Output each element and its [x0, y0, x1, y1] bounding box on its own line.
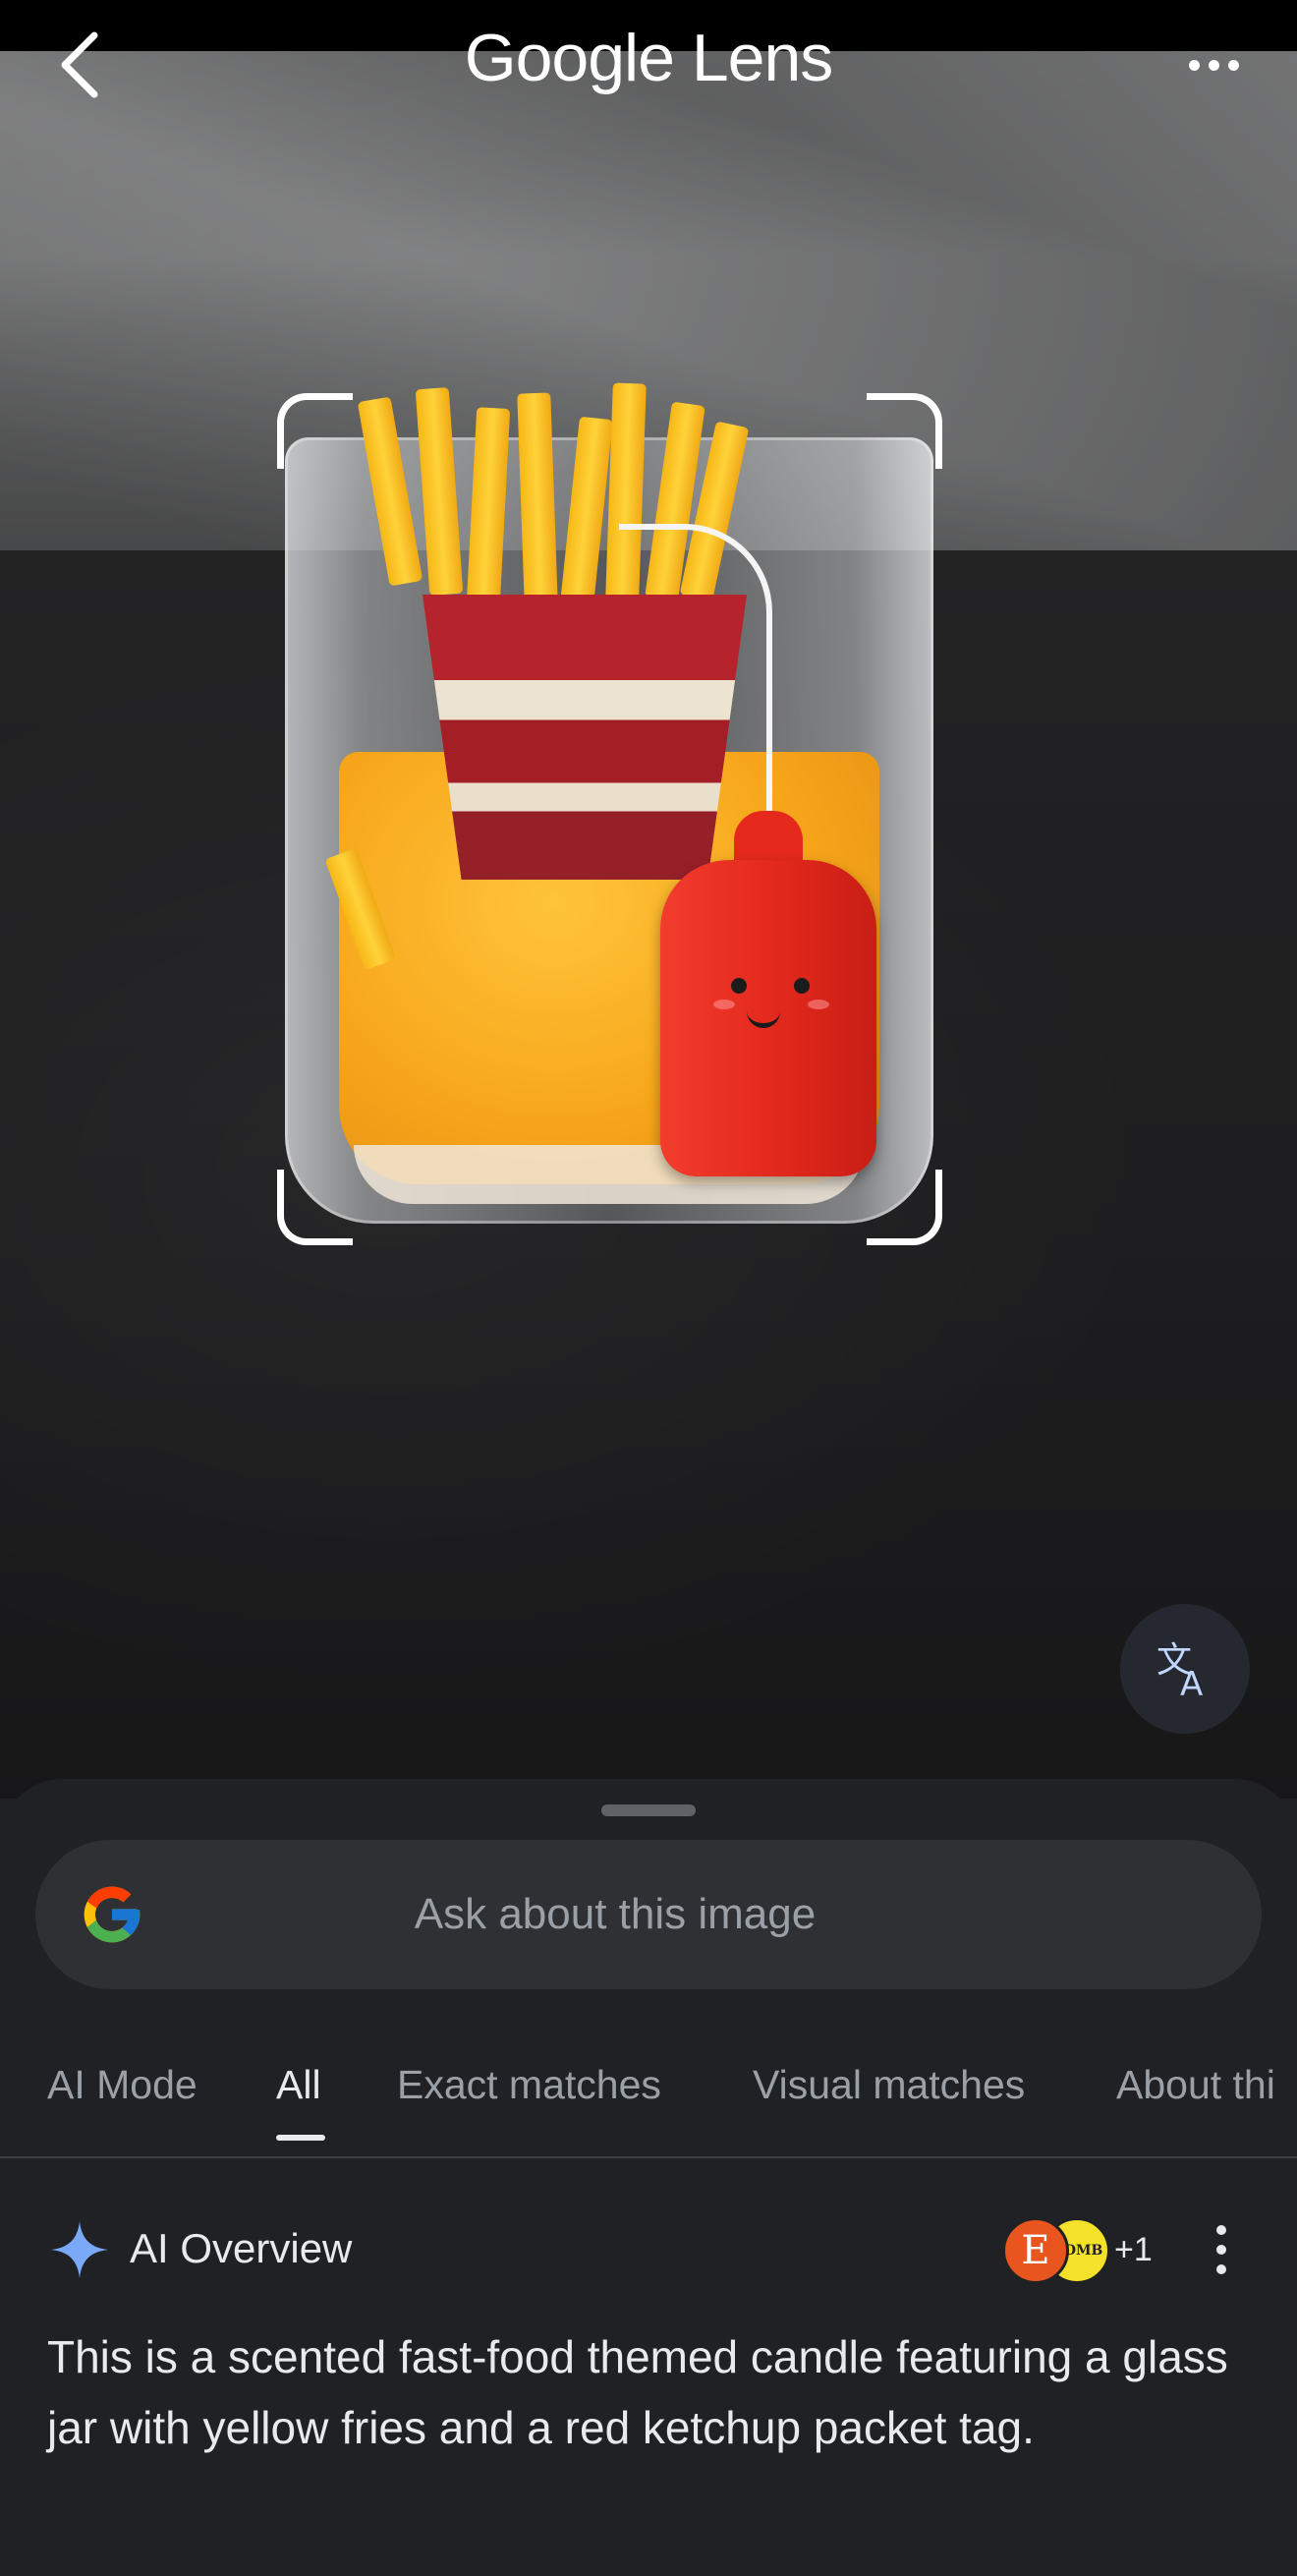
tab-ai-mode[interactable]: AI Mode [47, 2062, 197, 2108]
tabs-divider [0, 2156, 1297, 2158]
tab-about-this-image[interactable]: About thi [1116, 2062, 1275, 2108]
sparkle-icon [51, 2221, 108, 2278]
translate-button[interactable]: 文 A [1120, 1604, 1250, 1734]
search-input[interactable]: Ask about this image [35, 1840, 1262, 1989]
more-vertical-icon [1216, 2245, 1226, 2255]
selection-corner-bottom-left[interactable] [277, 1170, 353, 1245]
search-placeholder: Ask about this image [414, 1890, 817, 1938]
ketchup-packet-tag [660, 811, 876, 1176]
candle-object[interactable] [285, 382, 933, 1233]
fry [517, 392, 558, 605]
more-vertical-icon [1216, 2264, 1226, 2274]
ketchup-cheek [713, 1000, 735, 1009]
ketchup-eye [794, 978, 810, 994]
wick-cord [619, 524, 772, 825]
ai-overview-menu-button[interactable] [1207, 2223, 1236, 2278]
app-title: Google Lens [464, 21, 834, 95]
ketchup-eye [731, 978, 747, 994]
results-sheet: Ask about this image AI Mode All Exact m… [0, 1779, 1297, 2576]
more-horizontal-icon [1189, 60, 1200, 71]
tab-all[interactable]: All [276, 2062, 321, 2108]
selection-corner-top-right[interactable] [867, 393, 942, 469]
tab-visual-matches[interactable]: Visual matches [753, 2062, 1025, 2108]
sheet-drag-handle[interactable] [601, 1804, 696, 1816]
more-vertical-icon [1216, 2225, 1226, 2235]
more-horizontal-icon [1209, 60, 1219, 71]
translate-icon: 文 A [1156, 1640, 1203, 1703]
tab-exact-matches[interactable]: Exact matches [397, 2062, 661, 2108]
more-options-button[interactable] [1169, 35, 1258, 94]
ai-overview-text: This is a scented fast-food themed candl… [47, 2331, 1228, 2453]
ai-overview-title: AI Overview [130, 2225, 353, 2271]
image-preview: 文 A [0, 0, 1297, 1799]
more-horizontal-icon [1228, 60, 1239, 71]
more-sources-count: +1 [1114, 2231, 1153, 2268]
source-avatars[interactable]: E HOMB +1 [1002, 2217, 1179, 2284]
source-avatar-etsy: E [1002, 2217, 1069, 2284]
selection-corner-bottom-right[interactable] [867, 1170, 942, 1245]
ai-overview-header: AI Overview E HOMB +1 [0, 2202, 1297, 2300]
svg-text:A: A [1180, 1665, 1203, 1703]
active-tab-indicator [276, 2135, 325, 2141]
ketchup-cheek [808, 1000, 829, 1009]
results-tabs: AI Mode All Exact matches Visual matches… [0, 2042, 1297, 2156]
selection-corner-top-left[interactable] [277, 393, 353, 469]
